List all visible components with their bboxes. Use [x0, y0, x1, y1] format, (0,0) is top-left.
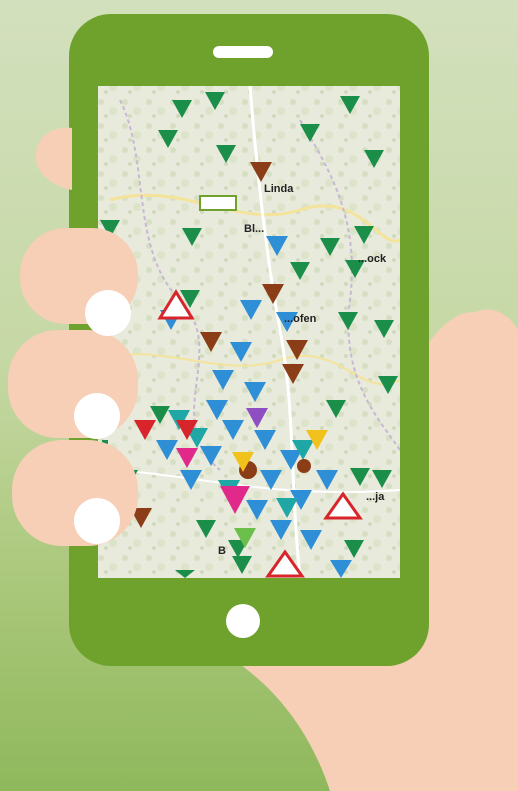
map-label-linda: Linda: [264, 183, 294, 195]
illustration-scene: Linda Bl... ...ock ...ofen ...ja B: [0, 0, 518, 791]
fingernail-2: [74, 393, 120, 439]
phone-speaker: [213, 46, 273, 58]
map-label-box: [199, 195, 237, 211]
phone-screen: Linda Bl... ...ock ...ofen ...ja B: [98, 86, 400, 578]
fingernail-1: [85, 290, 131, 336]
map-label-c: ...ock: [358, 253, 387, 265]
finger-3: [12, 440, 138, 546]
map-label-b1: Bl...: [244, 223, 264, 235]
map-label-e: ...ja: [366, 491, 385, 503]
fingernail-3: [74, 498, 120, 544]
finger-top: [35, 127, 72, 190]
home-button[interactable]: [226, 604, 260, 638]
hand-holding-phone-illustration: Linda Bl... ...ock ...ofen ...ja B: [8, 14, 518, 791]
map-label-f: B: [218, 545, 226, 557]
map-label-d: ...ofen: [284, 313, 317, 325]
